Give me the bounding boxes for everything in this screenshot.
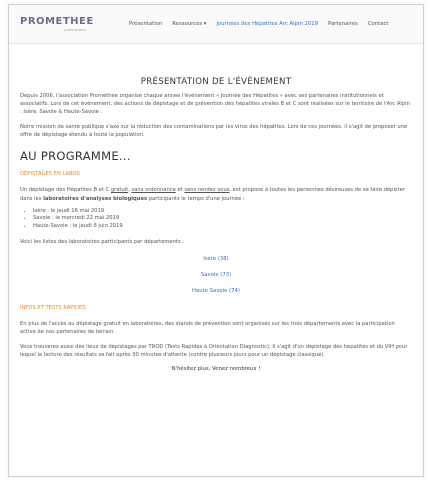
link-haute-savoie[interactable]: Haute Savoie (74) [20,288,412,294]
labs-intro: Un dépistage des Hépatites B et C gratui… [20,187,405,202]
nav-item-presentation[interactable]: Présentation [129,21,162,27]
programme-title: AU PROGRAMME... [20,149,131,164]
presentation-paragraph-2: Notre mission de santé publique s'axe su… [20,124,408,139]
nav-item-partenaires[interactable]: Partenaires [328,21,358,27]
labs-heading: DÉPISTAGES EN LABOS [20,171,80,178]
link-isere[interactable]: Isère (38) [20,256,412,262]
site-header: PROMETHEE ALPES RÉSEAU Présentation Ress… [9,5,423,44]
call-to-action: N'hésitez plus, Venez nombreux ! [171,365,261,372]
labs-bold-text: laboratoires d'analyses biologiques [43,195,148,202]
nav-item-journees[interactable]: Journées des Hépatites Arc Alpin 2019 [216,21,318,27]
infos-heading: INFOS ET TESTS RAPIDES [20,305,86,312]
date-isere: Isère : le jeudi 16 mai 2019 [33,208,412,216]
nav-item-contact[interactable]: Contact [368,21,389,27]
main-nav: Présentation Ressources ▾ Journées des H… [129,21,388,27]
infos-paragraph-1: En plus de l'accès au dépistage gratuit … [20,321,395,336]
date-haute-savoie: Haute-Savoie : le jeudi 6 juin 2019 [33,223,412,231]
nav-item-ressources[interactable]: Ressources ▾ [172,21,206,27]
site-logo[interactable]: PROMETHEE ALPES RÉSEAU [20,16,94,32]
presentation-paragraph-1: Depuis 2006, l'association Prométhée org… [20,93,410,116]
sans-ordonnance-text: sans ordonnance [131,187,176,194]
gratuit-text: gratuit [110,187,129,194]
date-savoie: Savoie : le mercredi 22 mai 2019 [33,215,412,223]
logo-tagline: ALPES RÉSEAU [64,28,87,32]
labs-list-intro: Voici les listes des laboratoires partic… [20,239,185,246]
logo-text: PROMETHEE [20,16,94,27]
presentation-title: PRÉSENTATION DE L'ÉVÈNEMENT [140,77,292,87]
main-content: PRÉSENTATION DE L'ÉVÈNEMENT Depuis 2006,… [9,77,423,372]
dates-list: Isère : le jeudi 16 mai 2019 Savoie : le… [20,208,412,231]
link-savoie[interactable]: Savoie (73) [20,272,412,278]
page-frame: PROMETHEE ALPES RÉSEAU Présentation Ress… [8,4,424,477]
infos-paragraph-2: Vous trouverez aussi des lieux de dépist… [20,344,408,359]
sans-rdv-text: sans rendez vous [184,187,230,194]
